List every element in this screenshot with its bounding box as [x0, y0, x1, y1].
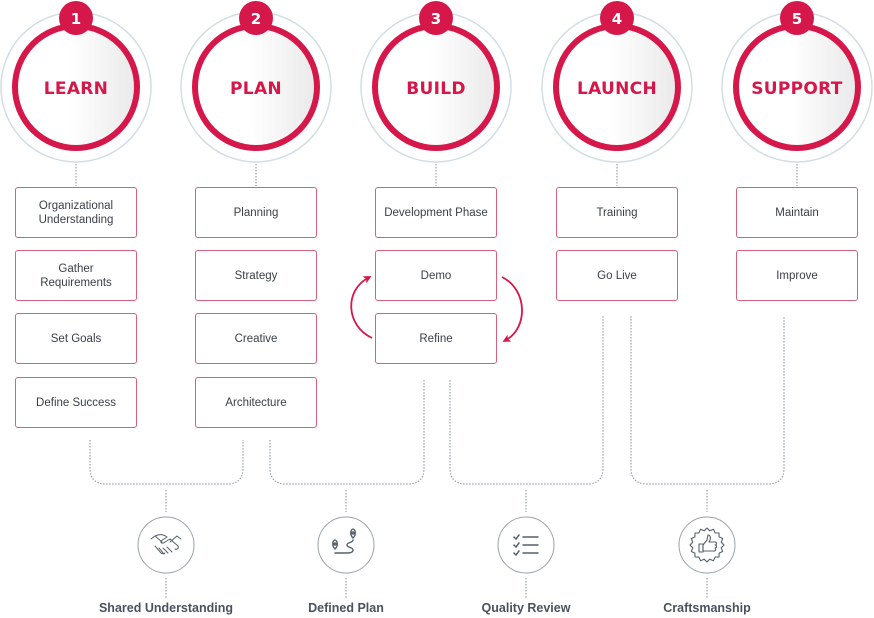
task-label: Strategy	[234, 269, 278, 282]
outcome-icon-circle	[317, 516, 375, 574]
outcome-icon-circle	[137, 516, 195, 574]
outcome-craftsmanship	[678, 516, 736, 574]
task-label: Set Goals	[50, 332, 102, 345]
loop-arrow-up	[350, 276, 373, 339]
task-label: Architecture	[225, 396, 287, 409]
task-box: Maintain	[736, 187, 858, 238]
stage-number: 4	[612, 10, 622, 28]
task-label: Gather Requirements	[40, 262, 112, 289]
task-label: Development Phase	[384, 206, 488, 219]
task-box: Gather Requirements	[15, 250, 137, 301]
task-label: Training	[596, 206, 638, 219]
stage-plan: 2 PLAN	[180, 1, 332, 163]
stage-number: 5	[792, 10, 802, 28]
task-label: Improve	[776, 269, 818, 282]
task-label: Go Live	[597, 269, 637, 282]
task-box: Demo	[375, 250, 497, 301]
task-box: Development Phase	[375, 187, 497, 238]
task-box: Creative	[195, 313, 317, 364]
task-box: Define Success	[15, 377, 137, 428]
stage-title: SUPPORT	[751, 79, 843, 99]
stage-title: LAUNCH	[577, 79, 657, 99]
task-box: Training	[556, 187, 678, 238]
outcome-label: Defined Plan	[308, 601, 384, 615]
task-label: Define Success	[36, 396, 116, 409]
outcome-label: Craftsmanship	[663, 601, 751, 615]
stage-number: 1	[71, 10, 81, 28]
task-box: Improve	[736, 250, 858, 301]
stage-number: 3	[431, 10, 441, 28]
bracket-connector	[630, 316, 785, 485]
stage-support: 5 SUPPORT	[721, 1, 873, 163]
task-box: Refine	[375, 313, 497, 364]
stage-title: LEARN	[44, 79, 108, 99]
stage-title: BUILD	[406, 79, 466, 99]
task-box: Planning	[195, 187, 317, 238]
task-label: Organizational Understanding	[38, 199, 114, 226]
task-box: Go Live	[556, 250, 678, 301]
stage-build: 3 BUILD	[360, 1, 512, 163]
task-box: Set Goals	[15, 313, 137, 364]
stage-learn: 1 LEARN	[0, 1, 152, 163]
outcome-label: Shared Understanding	[98, 601, 234, 615]
task-box: Architecture	[195, 377, 317, 428]
process-diagram: 1 LEARN 2 PLAN 3 BUILD 4 LAUNCH 5 SUPPORT	[0, 1, 873, 598]
outcome-shared-understanding	[137, 516, 195, 574]
task-label: Creative	[234, 332, 278, 345]
loop-arrow-down	[501, 276, 523, 342]
outcome-label: Quality Review	[481, 601, 571, 615]
task-box: Organizational Understanding	[15, 187, 137, 238]
stage-title: PLAN	[230, 79, 282, 99]
stage-number: 2	[251, 10, 261, 28]
task-label: Refine	[419, 332, 453, 345]
outcome-icon-circle	[678, 516, 736, 574]
bracket-connector	[89, 440, 244, 485]
task-label: Planning	[233, 206, 279, 219]
task-box: Strategy	[195, 250, 317, 301]
outcome-quality-review	[497, 516, 555, 574]
task-label: Demo	[420, 269, 452, 282]
stage-launch: 4 LAUNCH	[541, 1, 693, 163]
outcome-defined-plan	[317, 516, 375, 574]
task-label: Maintain	[775, 206, 819, 219]
